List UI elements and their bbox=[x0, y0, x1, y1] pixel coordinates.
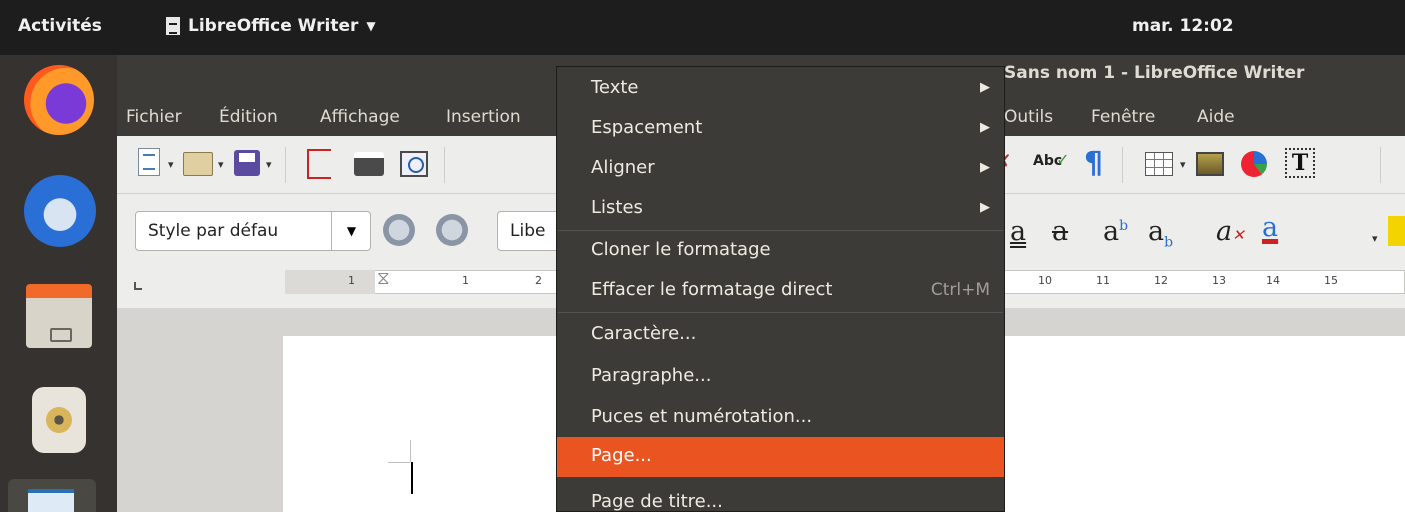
menu-item-listes[interactable]: Listes ▶ bbox=[557, 189, 1004, 229]
dock bbox=[0, 55, 117, 512]
font-color-dropdown-icon[interactable]: ▾ bbox=[1372, 232, 1378, 245]
menu-item-page[interactable]: Page... bbox=[557, 437, 1004, 477]
insert-table-icon[interactable] bbox=[1145, 152, 1173, 176]
open-dropdown-icon[interactable]: ▾ bbox=[218, 158, 224, 171]
save-icon[interactable] bbox=[234, 150, 260, 176]
clock[interactable]: mar. 12:02 bbox=[1132, 16, 1234, 36]
paragraph-style-combobox[interactable]: Style par défau ▼ bbox=[135, 211, 371, 251]
new-dropdown-icon[interactable]: ▾ bbox=[168, 158, 174, 171]
margin-corner-mark bbox=[388, 462, 410, 463]
toolbar-separator bbox=[285, 147, 286, 183]
ruler-tick: 11 bbox=[1096, 274, 1110, 287]
spelling-icon[interactable]: Abc bbox=[1033, 150, 1070, 169]
clear-formatting-icon[interactable]: a✕ bbox=[1216, 216, 1245, 247]
ruler-tick: 13 bbox=[1212, 274, 1226, 287]
menu-outils[interactable]: Outils bbox=[1004, 107, 1053, 127]
menu-item-label: Effacer le formatage direct bbox=[591, 279, 833, 300]
firefox-icon[interactable] bbox=[20, 61, 98, 139]
ruler-tick: 1 bbox=[348, 274, 355, 287]
save-dropdown-icon[interactable]: ▾ bbox=[266, 158, 272, 171]
menu-aide[interactable]: Aide bbox=[1197, 107, 1235, 127]
top-bar: Activités LibreOffice Writer ▼ mar. 12:0… bbox=[0, 0, 1405, 55]
ruler-tick: 10 bbox=[1038, 274, 1052, 287]
rhythmbox-icon[interactable] bbox=[20, 381, 98, 459]
app-menu[interactable]: LibreOffice Writer ▼ bbox=[166, 16, 376, 36]
menu-insertion[interactable]: Insertion bbox=[446, 107, 521, 127]
export-pdf-icon[interactable] bbox=[307, 149, 331, 179]
menu-affichage[interactable]: Affichage bbox=[320, 107, 400, 127]
toolbar-separator bbox=[1380, 147, 1381, 183]
menu-item-puces-numerotation[interactable]: Puces et numérotation... bbox=[557, 398, 1004, 438]
margin-corner-mark bbox=[410, 440, 411, 462]
strikethrough-icon[interactable]: a bbox=[1052, 216, 1068, 247]
menu-fenetre[interactable]: Fenêtre bbox=[1091, 107, 1155, 127]
menu-item-effacer-formatage[interactable]: Effacer le formatage direct Ctrl+M bbox=[557, 271, 1004, 311]
menu-item-cloner-formatage[interactable]: Cloner le formatage bbox=[557, 231, 1004, 271]
highlight-color-icon[interactable] bbox=[1388, 216, 1405, 246]
menu-item-texte[interactable]: Texte ▶ bbox=[557, 69, 1004, 109]
tab-stop-icon[interactable] bbox=[134, 282, 142, 290]
toolbar-separator bbox=[444, 147, 445, 183]
paragraph-style-value: Style par défau bbox=[148, 221, 279, 241]
indent-marker-icon[interactable]: ⧖ bbox=[377, 268, 390, 289]
thunderbird-icon[interactable] bbox=[20, 171, 98, 249]
menu-fichier[interactable]: Fichier bbox=[126, 107, 182, 127]
activities-button[interactable]: Activités bbox=[18, 16, 102, 36]
toolbar-separator bbox=[1122, 147, 1123, 183]
menu-item-label: Paragraphe... bbox=[591, 365, 712, 386]
submenu-arrow-icon: ▶ bbox=[980, 120, 990, 135]
subscript-icon[interactable]: ab bbox=[1148, 216, 1173, 250]
menu-item-paragraphe[interactable]: Paragraphe... bbox=[557, 357, 1004, 397]
menu-edition[interactable]: Édition bbox=[219, 107, 278, 127]
menu-item-espacement[interactable]: Espacement ▶ bbox=[557, 109, 1004, 149]
table-dropdown-icon[interactable]: ▾ bbox=[1180, 158, 1186, 171]
menu-item-page-de-titre[interactable]: Page de titre... bbox=[557, 483, 1004, 512]
chevron-down-icon[interactable]: ▼ bbox=[331, 212, 371, 250]
document-icon bbox=[166, 17, 180, 35]
menu-item-label: Listes bbox=[591, 197, 643, 218]
double-underline-icon[interactable]: a bbox=[1010, 216, 1026, 247]
menu-item-label: Puces et numérotation... bbox=[591, 406, 813, 427]
menu-item-label: Cloner le formatage bbox=[591, 239, 771, 260]
print-preview-icon[interactable] bbox=[400, 151, 428, 177]
menu-item-caractere[interactable]: Caractère... bbox=[557, 315, 1004, 355]
insert-image-icon[interactable] bbox=[1196, 152, 1224, 176]
font-color-icon[interactable]: a bbox=[1262, 212, 1278, 243]
menu-item-label: Aligner bbox=[591, 157, 655, 178]
new-style-icon[interactable] bbox=[436, 214, 468, 246]
superscript-icon[interactable]: ab bbox=[1103, 216, 1128, 247]
ruler-margin bbox=[285, 270, 375, 294]
ruler-tick: 1 bbox=[462, 274, 469, 287]
ruler-tick: 2 bbox=[535, 274, 542, 287]
menu-separator bbox=[558, 312, 1003, 313]
menu-item-aligner[interactable]: Aligner ▶ bbox=[557, 149, 1004, 189]
format-menu: Texte ▶ Espacement ▶ Aligner ▶ Listes ▶ … bbox=[556, 66, 1005, 512]
open-folder-icon[interactable] bbox=[183, 152, 213, 176]
update-style-icon[interactable] bbox=[383, 214, 415, 246]
ruler-tick: 14 bbox=[1266, 274, 1280, 287]
menu-item-label: Page... bbox=[591, 445, 652, 466]
text-cursor bbox=[411, 462, 413, 494]
menu-item-label: Caractère... bbox=[591, 323, 697, 344]
writer-icon[interactable] bbox=[8, 479, 96, 512]
submenu-arrow-icon: ▶ bbox=[980, 200, 990, 215]
menu-item-shortcut: Ctrl+M bbox=[930, 280, 990, 300]
print-icon[interactable] bbox=[354, 152, 384, 176]
menu-item-label: Page de titre... bbox=[591, 491, 723, 512]
ruler-tick: 15 bbox=[1324, 274, 1338, 287]
font-name-value: Libe bbox=[510, 221, 546, 241]
insert-chart-icon[interactable] bbox=[1241, 151, 1267, 177]
menu-item-label: Espacement bbox=[591, 117, 703, 138]
window-title: Sans nom 1 - LibreOffice Writer bbox=[1004, 63, 1305, 83]
insert-textbox-icon[interactable]: T bbox=[1285, 148, 1315, 178]
menu-item-label: Texte bbox=[591, 77, 639, 98]
formatting-marks-icon[interactable]: ¶ bbox=[1084, 149, 1103, 179]
submenu-arrow-icon: ▶ bbox=[980, 80, 990, 95]
files-icon[interactable] bbox=[20, 278, 98, 356]
ruler-tick: 12 bbox=[1154, 274, 1168, 287]
caret-down-icon: ▼ bbox=[366, 19, 376, 33]
submenu-arrow-icon: ▶ bbox=[980, 160, 990, 175]
new-document-icon[interactable] bbox=[138, 148, 160, 176]
app-menu-label: LibreOffice Writer bbox=[188, 16, 359, 36]
